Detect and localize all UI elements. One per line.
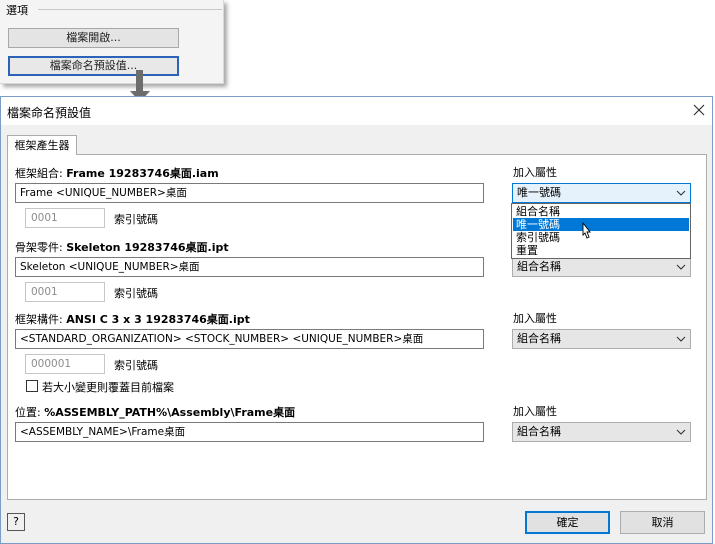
close-icon[interactable] [689,100,709,120]
dialog-title: 檔案命名預設值 [7,106,92,120]
frame-member-label-value: ANSI C 3 x 3 19283746桌面.ipt [66,313,250,326]
add-property-combo-4-value: 組合名稱 [517,425,561,438]
options-panel: 選項 檔案開啟... 檔案命名預設值... [0,0,224,84]
frame-assembly-label-value: Frame 19283746桌面.iam [66,167,219,180]
frame-member-index-field[interactable]: 000001 [25,354,105,374]
add-property-combo-4[interactable]: 組合名稱 [512,422,691,442]
chevron-down-icon [676,264,686,270]
add-property-combo-2[interactable]: 組合名稱 [512,257,691,277]
skeleton-part-index-field[interactable]: 0001 [25,282,105,302]
chevron-down-icon [676,190,686,196]
add-property-combo-3-value: 組合名稱 [517,332,561,345]
tab-frame-generator[interactable]: 框架產生器 [7,135,77,155]
file-naming-defaults-dialog: 檔案命名預設值 框架產生器 框架組合: Frame 19283746桌面.iam… [0,96,713,544]
frame-member-name-field[interactable]: <STANDARD_ORGANIZATION> <STOCK_NUMBER> <… [15,329,484,349]
options-panel-title: 選項 [6,4,28,17]
skeleton-part-label-prefix: 骨架零件: [15,241,67,254]
skeleton-part-label-value: Skeleton 19283746桌面.ipt [66,241,229,254]
dropdown-option-unique-number[interactable]: 唯一號碼 [513,218,689,231]
overwrite-if-size-changes-checkbox[interactable] [26,380,38,392]
help-button[interactable]: ? [7,513,25,531]
dropdown-option-assembly-name[interactable]: 組合名稱 [513,205,689,218]
add-property-combo-3[interactable]: 組合名稱 [512,329,691,349]
location-label-prefix: 位置: [15,406,45,419]
chevron-down-icon [676,429,686,435]
add-property-combo-2-value: 組合名稱 [517,260,561,273]
add-property-dropdown-list: 組合名稱 唯一號碼 索引號碼 重置 [511,203,691,259]
add-property-label-4: 加入屬性 [513,405,557,418]
frame-assembly-index-label: 索引號碼 [114,213,158,226]
overwrite-if-size-changes-label: 若大小變更則覆蓋目前檔案 [42,381,174,394]
options-panel-divider [38,9,222,10]
add-property-combo-1[interactable]: 唯一號碼 [512,183,691,203]
frame-assembly-label: 框架組合: Frame 19283746桌面.iam [15,165,219,181]
cancel-button[interactable]: 取消 [620,511,705,534]
skeleton-part-label: 骨架零件: Skeleton 19283746桌面.ipt [15,239,229,255]
add-property-label-3: 加入屬性 [513,312,557,325]
dropdown-option-index-number[interactable]: 索引號碼 [513,231,689,244]
callout-arrow-shaft [136,70,143,92]
location-label-value: %ASSEMBLY_PATH%\Assembly\Frame桌面 [44,406,296,419]
add-property-label-1: 加入屬性 [513,166,557,179]
dialog-title-bar: 檔案命名預設值 [1,97,712,125]
frame-assembly-name-field[interactable]: Frame <UNIQUE_NUMBER>桌面 [15,183,484,203]
skeleton-part-index-label: 索引號碼 [114,287,158,300]
mouse-cursor-icon [582,222,591,239]
frame-member-index-label: 索引號碼 [114,359,158,372]
skeleton-part-name-field[interactable]: Skeleton <UNIQUE_NUMBER>桌面 [15,257,484,277]
file-naming-defaults-button[interactable]: 檔案命名預設值... [8,56,179,76]
dropdown-option-reset[interactable]: 重置 [513,244,689,257]
chevron-down-icon [676,336,686,342]
location-label: 位置: %ASSEMBLY_PATH%\Assembly\Frame桌面 [15,404,295,420]
frame-assembly-label-prefix: 框架組合: [15,167,67,180]
frame-member-label: 框架構件: ANSI C 3 x 3 19283746桌面.ipt [15,311,250,327]
frame-assembly-index-field[interactable]: 0001 [25,208,105,228]
add-property-combo-1-value: 唯一號碼 [517,186,561,199]
ok-button[interactable]: 確定 [525,511,610,534]
location-path-field[interactable]: <ASSEMBLY_NAME>\Frame桌面 [15,422,484,442]
frame-member-label-prefix: 框架構件: [15,313,67,326]
file-open-button[interactable]: 檔案開啟... [8,28,179,48]
